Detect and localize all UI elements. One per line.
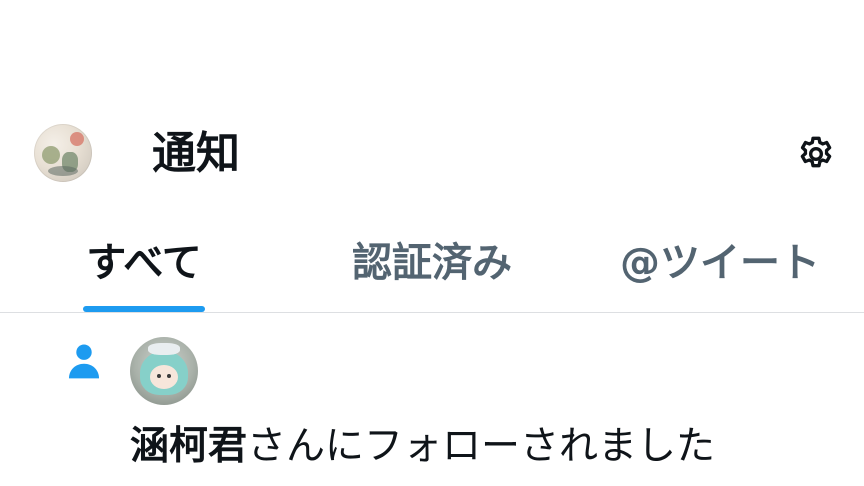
person-icon xyxy=(68,344,100,379)
tab-all[interactable]: すべて xyxy=(40,228,248,312)
avatar-art xyxy=(157,374,161,378)
tab-mentions[interactable]: @ツイート xyxy=(600,228,840,312)
notification-tabs: すべて 認証済み @ツイート xyxy=(0,228,864,313)
tab-all-label: すべて xyxy=(86,240,202,286)
tab-verified-label: 認証済み xyxy=(352,240,512,286)
notification-item[interactable]: 涵柯君さんにフォローされました xyxy=(0,313,864,486)
avatar-art xyxy=(150,365,178,389)
notification-text: 涵柯君さんにフォローされました xyxy=(130,421,715,473)
profile-avatar[interactable] xyxy=(34,124,92,182)
tab-mentions-label: @ツイート xyxy=(620,240,820,286)
top-app-bar: 通知 xyxy=(0,110,864,200)
follower-name[interactable]: 涵柯君 xyxy=(130,424,247,469)
settings-button[interactable] xyxy=(794,132,838,176)
avatar-art xyxy=(167,374,171,378)
avatar-art xyxy=(70,132,84,146)
notification-message: さんにフォローされました xyxy=(247,424,716,469)
tab-verified[interactable]: 認証済み xyxy=(330,228,534,312)
avatar-art xyxy=(42,146,60,164)
active-tab-indicator xyxy=(83,306,205,312)
avatar-art xyxy=(48,166,78,176)
page-title: 通知 xyxy=(152,128,240,179)
gear-icon xyxy=(800,136,832,168)
follower-avatar[interactable] xyxy=(130,337,198,405)
avatar-art xyxy=(148,343,180,355)
